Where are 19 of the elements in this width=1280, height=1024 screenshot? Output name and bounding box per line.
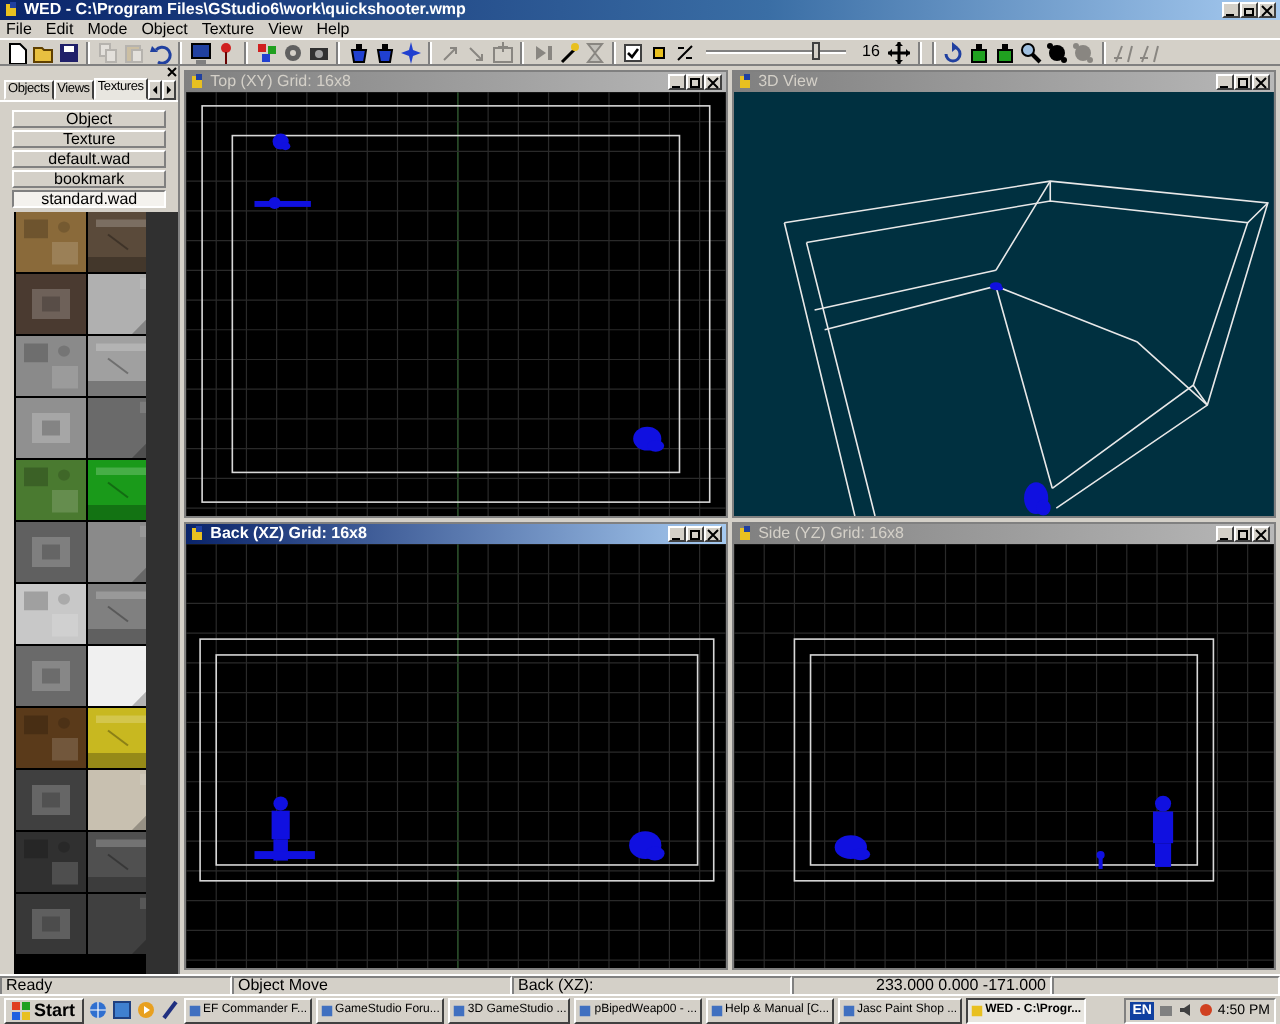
folder-button[interactable]: bookmark bbox=[12, 170, 167, 188]
menu-item[interactable]: Edit bbox=[45, 21, 74, 37]
menu-item[interactable]: Object bbox=[141, 21, 188, 37]
menu-item[interactable]: View bbox=[268, 21, 303, 37]
menu-item[interactable]: Mode bbox=[87, 21, 128, 37]
folder-button[interactable]: Texture bbox=[12, 130, 167, 148]
start-button[interactable]: Start bbox=[4, 997, 84, 1023]
viewport-title: Back (XZ) Grid: 16x8 bbox=[210, 526, 367, 542]
window-title: WED - C:\Program Files\GStudio6\work\quickshooter.wmp bbox=[24, 2, 466, 18]
grid-size-value: 16 bbox=[862, 44, 880, 60]
menu-item[interactable]: Texture bbox=[201, 21, 255, 37]
menu-item[interactable]: Help bbox=[316, 21, 350, 37]
viewport-title: 3D View bbox=[758, 74, 818, 90]
folder-button[interactable]: default.wad bbox=[12, 150, 167, 168]
folder-button[interactable]: Object bbox=[12, 110, 167, 128]
folder-button[interactable]: standard.wad bbox=[12, 190, 167, 208]
menu-item[interactable]: File bbox=[6, 21, 32, 37]
viewport-title: Side (YZ) Grid: 16x8 bbox=[758, 526, 904, 542]
viewport-title: Top (XY) Grid: 16x8 bbox=[210, 74, 351, 90]
